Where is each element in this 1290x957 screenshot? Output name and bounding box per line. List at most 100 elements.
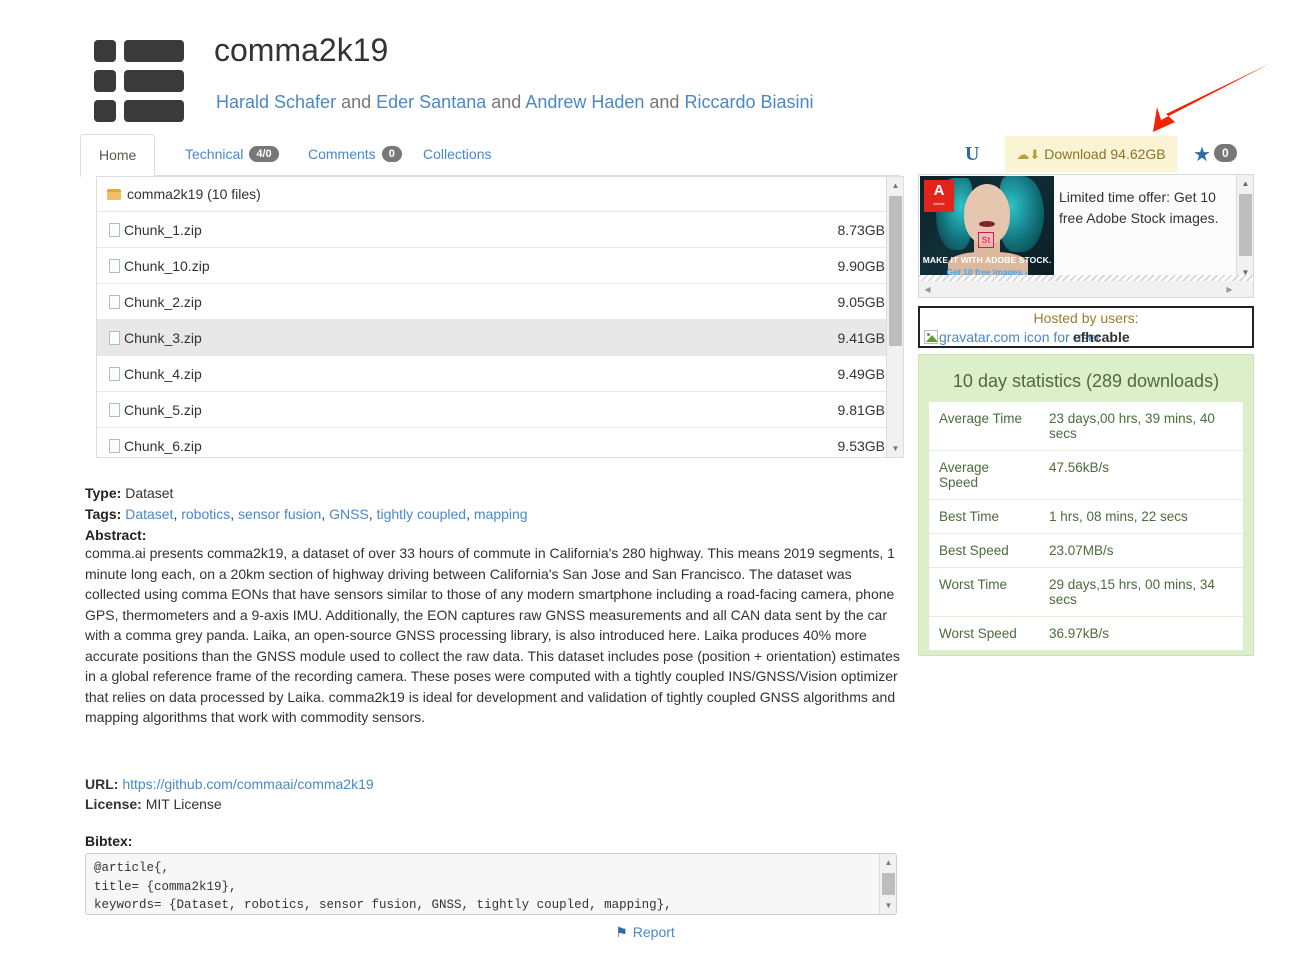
folder-icon <box>107 189 121 200</box>
flag-icon: ⚑ <box>615 924 628 940</box>
tab-technical[interactable]: Technical 4/0 <box>167 134 297 176</box>
file-root-folder[interactable]: comma2k19 (10 files) <box>97 177 903 212</box>
download-button[interactable]: ☁⬇ Download 94.62GB <box>1005 136 1177 172</box>
ad-vertical-scrollbar[interactable]: ▲ ▼ <box>1236 175 1253 281</box>
table-row[interactable]: Chunk_1.zip 8.73GB <box>97 212 903 248</box>
file-icon <box>109 402 120 417</box>
cloud-download-icon: ☁⬇ <box>1016 147 1041 162</box>
abstract-text: comma.ai presents comma2k19, a dataset o… <box>85 545 900 725</box>
scroll-up-arrow-icon[interactable]: ▲ <box>1237 175 1253 192</box>
adobe-stock-ad-image[interactable]: A Adobe St MAKE IT WITH ADOBE STOCK. Get … <box>920 176 1054 281</box>
stat-value: 1 hrs, 08 mins, 22 secs <box>1039 499 1243 534</box>
stat-key: Best Speed <box>929 533 1039 568</box>
url-link[interactable]: https://github.com/commaai/comma2k19 <box>122 776 373 792</box>
file-icon <box>109 258 120 273</box>
license-line: License: MIT License <box>85 794 905 814</box>
license-label: License: <box>85 796 142 812</box>
file-size: 9.41GB <box>837 329 885 346</box>
scrollbar-thumb[interactable] <box>1239 194 1252 256</box>
ad-text: Limited time offer: Get 10 free Adobe St… <box>1059 189 1219 226</box>
file-icon <box>109 330 120 345</box>
ad-horizontal-scrollbar[interactable]: ◀ ▶ <box>919 275 1253 297</box>
tag-link[interactable]: GNSS <box>329 506 369 522</box>
tab-home-label: Home <box>99 147 137 163</box>
file-browser[interactable]: comma2k19 (10 files) Chunk_1.zip 8.73GB … <box>96 176 904 458</box>
ad-caption-line1: MAKE IT WITH ADOBE STOCK. <box>922 255 1052 265</box>
table-row-selected[interactable]: Chunk_3.zip 9.41GB <box>97 320 903 356</box>
unpaywall-u-icon[interactable]: U <box>965 143 987 167</box>
tag-link[interactable]: sensor fusion <box>238 506 321 522</box>
tab-bar: Home Technical 4/0 Comments 0 Collections <box>80 134 900 177</box>
scroll-up-arrow-icon[interactable]: ▲ <box>887 177 903 194</box>
file-icon <box>109 438 120 453</box>
url-line: URL: https://github.com/commaai/comma2k1… <box>85 774 905 794</box>
stat-key: Average Time <box>939 411 1023 426</box>
bibtex-content: @article{, title= {comma2k19}, keywords=… <box>94 861 672 912</box>
table-row: Worst Speed 36.97kB/s <box>929 616 1243 650</box>
table-row: Average Speed 47.56kB/s <box>929 450 1243 500</box>
scrollbar-thumb[interactable] <box>889 196 902 346</box>
scroll-right-arrow-icon[interactable]: ▶ <box>1221 281 1238 297</box>
tab-comments-label: Comments <box>308 146 376 162</box>
stat-key: Best Time <box>929 499 1039 534</box>
hosted-user-row[interactable]: gravatar.com icon for userefhcable <box>920 328 1252 346</box>
file-size: 8.73GB <box>837 221 885 238</box>
author-link-3[interactable]: Andrew Haden <box>525 92 644 112</box>
abstract-label-line: Abstract: <box>85 525 905 545</box>
author-sep-1: and <box>341 92 372 112</box>
scroll-up-arrow-icon[interactable]: ▲ <box>880 854 896 871</box>
tag-link[interactable]: robotics <box>181 506 230 522</box>
star-icon[interactable]: ★ <box>1193 144 1211 166</box>
tab-comments-badge: 0 <box>381 146 402 162</box>
tag-link[interactable]: tightly coupled <box>377 506 467 522</box>
license-value: MIT License <box>145 796 222 812</box>
grid-list-logo-icon <box>88 32 188 122</box>
author-link-4[interactable]: Riccardo Biasini <box>684 92 813 112</box>
scroll-left-arrow-icon[interactable]: ◀ <box>919 281 936 297</box>
scroll-down-arrow-icon[interactable]: ▼ <box>880 897 896 914</box>
table-row[interactable]: Chunk_10.zip 9.90GB <box>97 248 903 284</box>
ad-hatch-divider <box>919 275 1253 281</box>
tag-link[interactable]: Dataset <box>125 506 173 522</box>
author-link-1[interactable]: Harald Schafer <box>216 92 336 112</box>
advertisement-panel[interactable]: A Adobe St MAKE IT WITH ADOBE STOCK. Get … <box>918 174 1254 298</box>
statistics-table: Average Time 23 days,00 hrs, 39 mins, 40… <box>929 402 1243 650</box>
tab-collections-label: Collections <box>423 146 492 162</box>
tab-comments[interactable]: Comments 0 <box>290 134 420 176</box>
table-row[interactable]: Chunk_4.zip 9.49GB <box>97 356 903 392</box>
scrollbar-thumb[interactable] <box>882 873 895 895</box>
table-row[interactable]: Chunk_5.zip 9.81GB <box>97 392 903 428</box>
tab-technical-label: Technical <box>185 146 244 162</box>
table-row: Best Time 1 hrs, 08 mins, 22 secs <box>929 499 1243 534</box>
file-name: Chunk_6.zip <box>124 437 202 454</box>
url-license-block: URL: https://github.com/commaai/comma2k1… <box>85 774 905 814</box>
bibtex-scrollbar[interactable]: ▲ ▼ <box>879 854 896 914</box>
stat-value: 29 days,15 hrs, 00 mins, 34 secs <box>1039 567 1243 617</box>
report-link[interactable]: ⚑ Report <box>0 924 1290 941</box>
table-row[interactable]: Chunk_2.zip 9.05GB <box>97 284 903 320</box>
file-icon <box>109 294 120 309</box>
bibtex-label: Bibtex: <box>85 833 133 849</box>
tab-technical-badge: 4/0 <box>249 146 279 162</box>
red-arrow-annotation <box>1153 62 1273 132</box>
bibtex-textarea[interactable]: @article{, title= {comma2k19}, keywords=… <box>85 853 897 915</box>
file-root-label: comma2k19 (10 files) <box>127 186 261 202</box>
broken-image-icon <box>924 330 938 344</box>
table-row[interactable]: Chunk_6.zip 9.53GB <box>97 428 903 457</box>
type-label: Type: <box>85 485 122 501</box>
stat-value: 36.97kB/s <box>1039 616 1243 650</box>
file-size: 9.49GB <box>837 365 885 382</box>
tag-link[interactable]: mapping <box>474 506 528 522</box>
statistics-panel: 10 day statistics (289 downloads) Averag… <box>918 354 1254 656</box>
hosted-by-users-title: Hosted by users: <box>1033 310 1139 326</box>
file-size: 9.90GB <box>837 257 885 274</box>
tab-collections[interactable]: Collections <box>405 134 509 176</box>
hosted-username[interactable]: efhcable <box>1073 329 1130 345</box>
file-name: Chunk_3.zip <box>124 329 202 346</box>
tab-home[interactable]: Home <box>80 134 156 177</box>
author-link-2[interactable]: Eder Santana <box>376 92 486 112</box>
file-list-scrollbar[interactable]: ▲ ▼ <box>886 177 903 457</box>
file-name: Chunk_4.zip <box>124 365 202 382</box>
star-favorite-control[interactable]: ★ 0 <box>1193 142 1237 167</box>
scroll-down-arrow-icon[interactable]: ▼ <box>887 440 903 457</box>
